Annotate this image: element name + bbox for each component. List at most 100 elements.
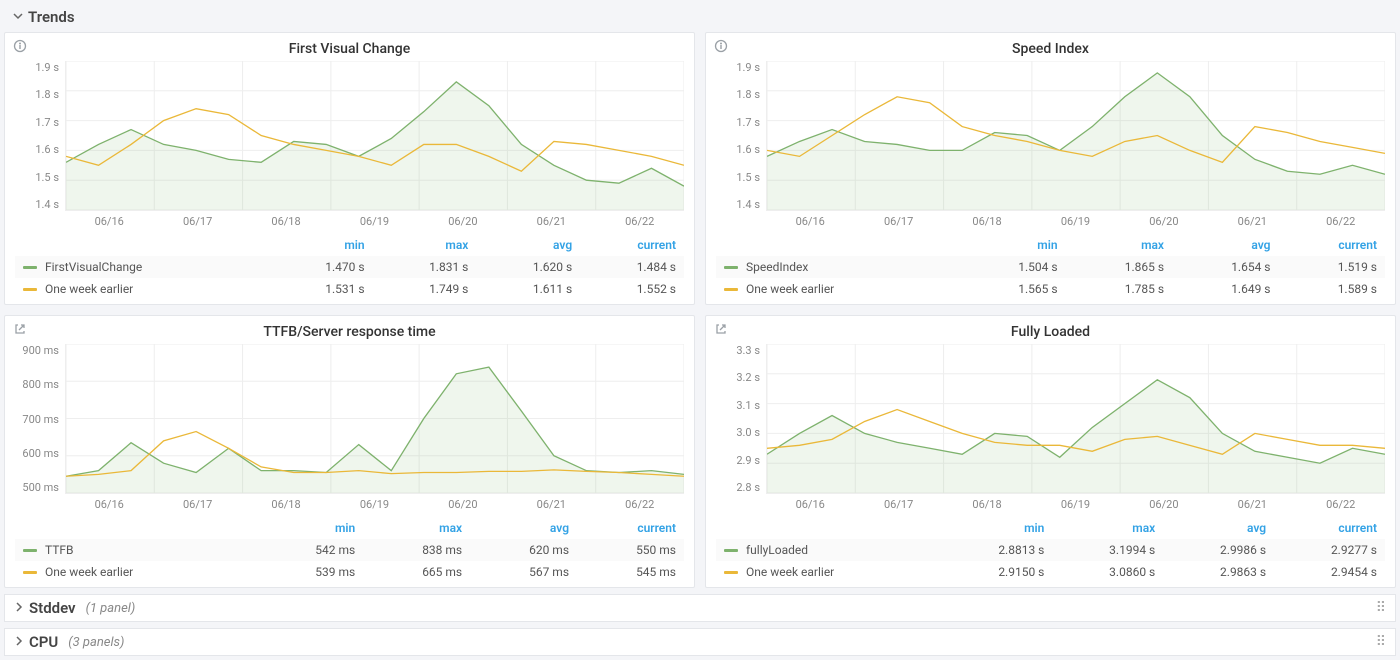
legend-row[interactable]: FirstVisualChange1.470 s1.831 s1.620 s1.… — [15, 256, 684, 278]
chart-area[interactable]: 1.9 s1.8 s1.7 s1.6 s1.5 s1.4 s — [15, 61, 684, 211]
legend-table: minmaxavgcurrentTTFB542 ms838 ms620 ms55… — [15, 517, 684, 583]
legend-row[interactable]: One week earlier2.9150 s3.0860 s2.9863 s… — [716, 561, 1385, 583]
y-tick: 1.5 s — [716, 171, 760, 184]
row-count: (1 panel) — [86, 601, 136, 616]
drag-handle-icon[interactable]: ⠿ — [1376, 600, 1387, 616]
panel-first-visual-change[interactable]: First Visual Change 1.9 s1.8 s1.7 s1.6 s… — [4, 32, 695, 305]
legend-table: minmaxavgcurrentFirstVisualChange1.470 s… — [15, 234, 684, 300]
y-axis: 900 ms800 ms700 ms600 ms500 ms — [15, 344, 65, 494]
panel-title: TTFB/Server response time — [15, 322, 684, 344]
x-tick: 06/19 — [1061, 498, 1090, 511]
plot[interactable] — [766, 344, 1385, 494]
series-swatch — [23, 571, 37, 574]
row-title: CPU — [29, 633, 58, 651]
chevron-right-icon — [13, 599, 27, 617]
panel-title: First Visual Change — [15, 39, 684, 61]
y-tick: 1.8 s — [716, 88, 760, 101]
series-swatch — [724, 266, 738, 269]
info-icon[interactable] — [13, 39, 27, 57]
x-tick: 06/20 — [1149, 215, 1178, 228]
series-swatch — [724, 571, 738, 574]
y-tick: 1.7 s — [716, 116, 760, 129]
series-swatch — [724, 288, 738, 291]
row-title: Trends — [28, 8, 75, 26]
y-tick: 1.9 s — [15, 61, 59, 74]
chart-area[interactable]: 1.9 s1.8 s1.7 s1.6 s1.5 s1.4 s — [716, 61, 1385, 211]
y-tick: 1.8 s — [15, 88, 59, 101]
x-tick: 06/19 — [1061, 215, 1090, 228]
x-tick: 06/22 — [625, 498, 654, 511]
y-tick: 900 ms — [15, 344, 59, 357]
row-count: (3 panels) — [68, 635, 124, 650]
panel-title: Fully Loaded — [716, 322, 1385, 344]
x-tick: 06/21 — [1238, 215, 1267, 228]
x-axis: 06/1606/1706/1806/1906/2006/2106/22 — [65, 211, 684, 234]
chevron-down-icon — [12, 8, 26, 26]
y-axis: 1.9 s1.8 s1.7 s1.6 s1.5 s1.4 s — [15, 61, 65, 211]
y-tick: 700 ms — [15, 413, 59, 426]
y-tick: 2.9 s — [716, 454, 760, 467]
x-tick: 06/17 — [884, 215, 913, 228]
x-tick: 06/16 — [95, 498, 124, 511]
trends-panels: First Visual Change 1.9 s 1.8 s 1.7 s 1.6 s… — [4, 30, 1396, 594]
y-tick: 3.3 s — [716, 344, 760, 357]
legend-row[interactable]: SpeedIndex1.504 s1.865 s1.654 s1.519 s — [716, 256, 1385, 278]
x-tick: 06/21 — [537, 215, 566, 228]
row-title: Stddev — [29, 599, 76, 617]
chevron-right-icon — [13, 633, 27, 651]
x-tick: 06/17 — [183, 498, 212, 511]
x-axis: 06/16 06/17 06/18 06/19 06/20 06/21 06/22 — [766, 211, 1385, 234]
y-tick: 1.5 s — [15, 171, 59, 184]
external-link-icon[interactable] — [13, 322, 27, 340]
x-tick: 06/19 — [360, 215, 389, 228]
row-header-cpu[interactable]: CPU (3 panels) ⠿ — [4, 628, 1396, 656]
panel-speed-index[interactable]: Speed Index 1.9 s1.8 s1.7 s1.6 s1.5 s1.4… — [705, 32, 1396, 305]
series-swatch — [724, 549, 738, 552]
chart-area[interactable]: 900 ms800 ms700 ms600 ms500 ms — [15, 344, 684, 494]
legend-row[interactable]: One week earlier1.565 s1.785 s1.649 s1.5… — [716, 278, 1385, 300]
legend-row[interactable]: TTFB542 ms838 ms620 ms550 ms — [15, 539, 684, 561]
x-tick: 06/16 — [95, 215, 124, 228]
x-tick: 06/20 — [1149, 498, 1178, 511]
x-tick: 06/16 — [796, 498, 825, 511]
legend-row[interactable]: One week earlier1.531 s1.749 s1.611 s1.5… — [15, 278, 684, 300]
info-icon[interactable] — [714, 39, 728, 57]
x-tick: 06/17 — [183, 215, 212, 228]
x-tick: 06/16 — [796, 215, 825, 228]
legend-table: minmaxavgcurrentfullyLoaded2.8813 s3.199… — [716, 517, 1385, 583]
y-axis: 3.3 s3.2 s3.1 s3.0 s2.9 s2.8 s — [716, 344, 766, 494]
x-axis: 06/1606/1706/1806/1906/2006/2106/22 — [766, 494, 1385, 517]
y-tick: 1.6 s — [15, 143, 59, 156]
x-tick: 06/22 — [625, 215, 654, 228]
series-swatch — [23, 266, 37, 269]
y-tick: 3.0 s — [716, 426, 760, 439]
series-swatch — [23, 549, 37, 552]
row-header-stddev[interactable]: Stddev (1 panel) ⠿ — [4, 594, 1396, 622]
external-link-icon[interactable] — [714, 322, 728, 340]
legend-row[interactable]: One week earlier539 ms665 ms567 ms545 ms — [15, 561, 684, 583]
x-tick: 06/18 — [972, 215, 1001, 228]
x-tick: 06/22 — [1326, 498, 1355, 511]
plot[interactable] — [766, 61, 1385, 211]
x-tick: 06/18 — [271, 215, 300, 228]
y-tick: 2.8 s — [716, 481, 760, 494]
x-tick: 06/22 — [1326, 215, 1355, 228]
plot[interactable] — [65, 344, 684, 494]
y-tick: 1.9 s — [716, 61, 760, 74]
x-tick: 06/21 — [537, 498, 566, 511]
legend-row[interactable]: fullyLoaded2.8813 s3.1994 s2.9986 s2.927… — [716, 539, 1385, 561]
x-tick: 06/19 — [360, 498, 389, 511]
x-tick: 06/17 — [884, 498, 913, 511]
y-axis: 1.9 s1.8 s1.7 s1.6 s1.5 s1.4 s — [716, 61, 766, 211]
series-swatch — [23, 288, 37, 291]
panel-fully-loaded[interactable]: Fully Loaded 3.3 s3.2 s3.1 s3.0 s2.9 s2.… — [705, 315, 1396, 588]
plot[interactable] — [65, 61, 684, 211]
y-tick: 600 ms — [15, 447, 59, 460]
chart-area[interactable]: 3.3 s3.2 s3.1 s3.0 s2.9 s2.8 s — [716, 344, 1385, 494]
panel-ttfb[interactable]: TTFB/Server response time 900 ms800 ms70… — [4, 315, 695, 588]
x-axis: 06/1606/1706/1806/1906/2006/2106/22 — [65, 494, 684, 517]
y-tick: 3.2 s — [716, 371, 760, 384]
row-header-trends[interactable]: Trends — [4, 4, 1396, 30]
legend-table: minmaxavgcurrentSpeedIndex1.504 s1.865 s… — [716, 234, 1385, 300]
drag-handle-icon[interactable]: ⠿ — [1376, 634, 1387, 650]
